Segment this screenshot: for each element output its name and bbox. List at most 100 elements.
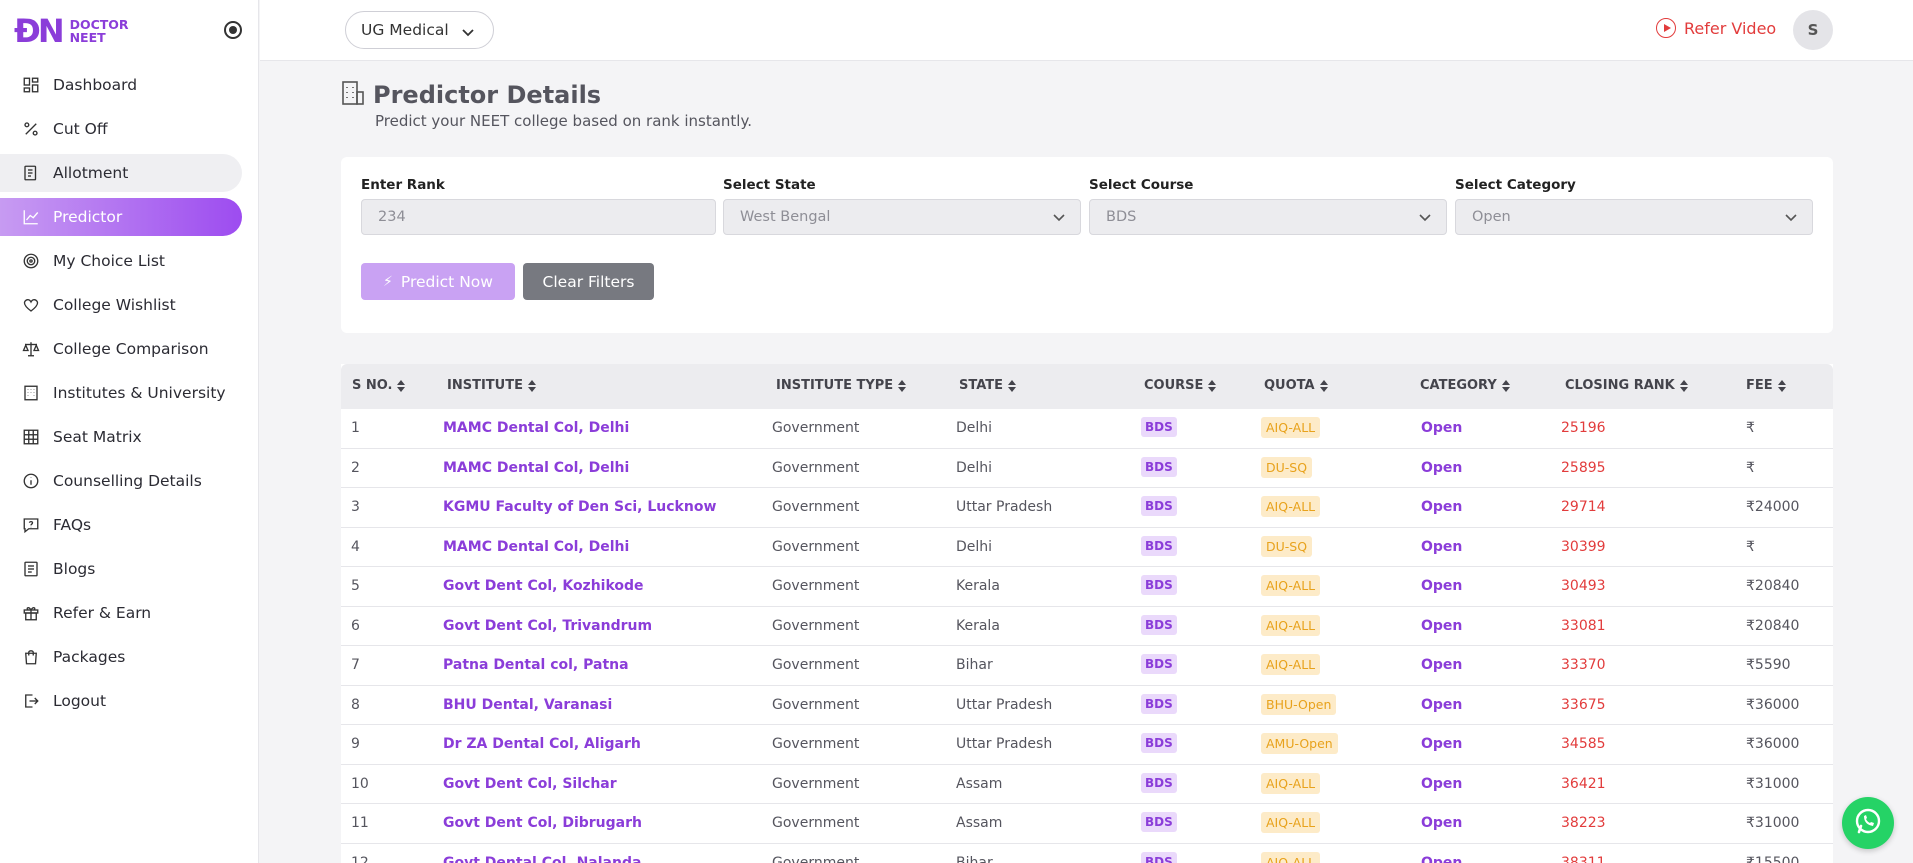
rank-group: Enter Rank 234 xyxy=(361,177,716,235)
blog-icon xyxy=(22,560,40,578)
table-header: S NO. INSTITUTE INSTITUTE TYPE STATE COU… xyxy=(341,364,1833,409)
sidebar-item-my-choice-list[interactable]: My Choice List xyxy=(0,242,259,280)
cell-institute[interactable]: Govt Dent Col, Dibrugarh xyxy=(443,815,642,831)
table-row[interactable]: 1 MAMC Dental Col, Delhi Government Delhi BD… xyxy=(341,409,1833,449)
sidebar-item-college-comparison[interactable]: College Comparison xyxy=(0,330,259,368)
table-row[interactable]: 2 MAMC Dental Col, Delhi Government Delhi BD… xyxy=(341,449,1833,488)
cell-institute[interactable]: BHU Dental, Varanasi xyxy=(443,697,612,713)
col-state[interactable]: STATE xyxy=(959,378,1017,393)
sidebar-item-logout[interactable]: Logout xyxy=(0,682,259,720)
sort-icon xyxy=(1008,379,1017,392)
state-select[interactable]: West Bengal xyxy=(723,199,1081,235)
table-row[interactable]: 12 Govt Dental Col, Nalanda Government Biha… xyxy=(341,844,1833,863)
cell-closing-rank: 30399 xyxy=(1561,538,1606,555)
sidebar-item-faqs[interactable]: FAQs xyxy=(0,506,259,544)
cell-institute[interactable]: MAMC Dental Col, Delhi xyxy=(443,539,629,555)
program-select[interactable]: UG Medical xyxy=(345,11,494,49)
cell-fee: ₹20840 xyxy=(1746,578,1800,594)
col-course[interactable]: COURSE xyxy=(1144,378,1217,393)
table-row[interactable]: 4 MAMC Dental Col, Delhi Government Delhi BD… xyxy=(341,528,1833,567)
col-label: INSTITUTE xyxy=(447,378,523,393)
col-institute[interactable]: INSTITUTE xyxy=(447,378,536,393)
cell-state: Kerala xyxy=(956,578,1000,594)
table-row[interactable]: 10 Govt Dent Col, Silchar Government Assam B… xyxy=(341,765,1833,804)
cell-category: Open xyxy=(1421,538,1463,555)
rank-placeholder: 234 xyxy=(378,209,406,225)
sidebar-item-seat-matrix[interactable]: Seat Matrix xyxy=(0,418,259,456)
cell-sno: 1 xyxy=(351,420,360,436)
refer-video-button[interactable]: Refer Video xyxy=(1656,18,1776,38)
rank-input[interactable]: 234 xyxy=(361,199,716,235)
whatsapp-button[interactable] xyxy=(1842,797,1894,849)
table-body: 1 MAMC Dental Col, Delhi Government Delhi BD… xyxy=(341,409,1833,863)
sidebar-item-institutes[interactable]: Institutes & University xyxy=(0,374,259,412)
cell-sno: 12 xyxy=(351,854,369,863)
cell-category: Open xyxy=(1421,657,1463,673)
col-closing-rank[interactable]: CLOSING RANK xyxy=(1565,378,1688,393)
col-category[interactable]: CATEGORY xyxy=(1420,378,1510,393)
table-row[interactable]: 11 Govt Dent Col, Dibrugarh Government Assa… xyxy=(341,804,1833,844)
quota-badge: AIQ-ALL xyxy=(1261,417,1321,438)
cell-closing-rank: 38223 xyxy=(1561,815,1606,831)
sidebar-item-college-wishlist[interactable]: College Wishlist xyxy=(0,286,259,324)
theme-toggle-icon[interactable] xyxy=(224,21,242,39)
cell-institute[interactable]: Govt Dent Col, Trivandrum xyxy=(443,618,652,634)
cell-closing-rank: 30493 xyxy=(1561,578,1606,594)
table-row[interactable]: 3 KGMU Faculty of Den Sci, Lucknow Governm… xyxy=(341,488,1833,528)
sidebar-item-packages[interactable]: Packages xyxy=(0,638,259,676)
package-icon xyxy=(22,648,40,666)
cell-state: Uttar Pradesh xyxy=(956,736,1053,752)
sidebar-item-blogs[interactable]: Blogs xyxy=(0,550,259,588)
quota-badge: BHU-Open xyxy=(1261,693,1337,715)
scale-icon xyxy=(22,340,40,358)
sidebar-item-cut-off[interactable]: Cut Off xyxy=(0,110,259,148)
cell-category: Open xyxy=(1421,815,1463,831)
cell-institute[interactable]: Govt Dent Col, Kozhikode xyxy=(443,578,644,594)
logo-text: DOCTOR NEET xyxy=(70,18,129,44)
cell-institute[interactable]: Govt Dental Col, Nalanda xyxy=(443,855,641,863)
quota-badge: AMU-Open xyxy=(1261,733,1338,754)
quota-badge: AIQ-ALL xyxy=(1261,812,1321,833)
category-select-value: Open xyxy=(1472,209,1511,225)
table-row[interactable]: 6 Govt Dent Col, Trivandrum Government Kera… xyxy=(341,607,1833,646)
sidebar-item-label: FAQs xyxy=(53,516,92,534)
sidebar-item-label: College Comparison xyxy=(53,340,209,358)
col-quota[interactable]: QUOTA xyxy=(1264,378,1328,393)
cell-sno: 5 xyxy=(351,578,360,594)
course-badge: BDS xyxy=(1141,456,1177,477)
sidebar-item-allotment[interactable]: Allotment xyxy=(0,154,242,192)
cell-closing-rank: 33370 xyxy=(1561,657,1606,673)
cell-closing-rank: 29714 xyxy=(1561,499,1606,515)
course-select[interactable]: BDS xyxy=(1089,199,1447,235)
cell-institute[interactable]: Patna Dental col, Patna xyxy=(443,657,629,673)
col-fee[interactable]: FEE xyxy=(1746,378,1786,393)
cell-institute-type: Government xyxy=(772,499,860,515)
cell-fee: ₹20840 xyxy=(1746,617,1800,634)
sort-icon xyxy=(1208,379,1217,392)
table-row[interactable]: 5 Govt Dent Col, Kozhikode Government Keral… xyxy=(341,567,1833,607)
cell-institute[interactable]: Dr ZA Dental Col, Aligarh xyxy=(443,736,641,752)
grid-icon xyxy=(22,428,40,446)
predict-now-button[interactable]: ⚡ Predict Now xyxy=(361,263,515,300)
col-institute-type[interactable]: INSTITUTE TYPE xyxy=(776,378,907,393)
sidebar-item-label: Cut Off xyxy=(53,120,108,138)
cell-fee: ₹5590 xyxy=(1746,657,1791,673)
cell-institute[interactable]: Govt Dent Col, Silchar xyxy=(443,776,617,792)
table-row[interactable]: 8 BHU Dental, Varanasi Government Uttar Pra… xyxy=(341,686,1833,725)
sidebar-item-refer-earn[interactable]: Refer & Earn xyxy=(0,594,259,632)
cell-institute[interactable]: KGMU Faculty of Den Sci, Lucknow xyxy=(443,499,716,515)
logo[interactable]: ĐN DOCTOR NEET xyxy=(0,0,258,61)
cell-institute[interactable]: MAMC Dental Col, Delhi xyxy=(443,460,629,476)
sidebar-item-dashboard[interactable]: Dashboard xyxy=(0,66,259,104)
clear-filters-button[interactable]: Clear Filters xyxy=(523,263,654,300)
table-row[interactable]: 9 Dr ZA Dental Col, Aligarh Government Utta… xyxy=(341,725,1833,765)
avatar[interactable]: S xyxy=(1793,10,1833,50)
col-sno[interactable]: S NO. xyxy=(352,378,406,393)
cell-closing-rank: 34585 xyxy=(1561,736,1606,752)
cell-sno: 6 xyxy=(351,617,360,634)
table-row[interactable]: 7 Patna Dental col, Patna Government Bihar B… xyxy=(341,646,1833,686)
sidebar-item-counselling-details[interactable]: Counselling Details xyxy=(0,462,259,500)
sidebar-item-predictor[interactable]: Predictor xyxy=(0,198,242,236)
cell-institute[interactable]: MAMC Dental Col, Delhi xyxy=(443,420,629,436)
category-select[interactable]: Open xyxy=(1455,199,1813,235)
